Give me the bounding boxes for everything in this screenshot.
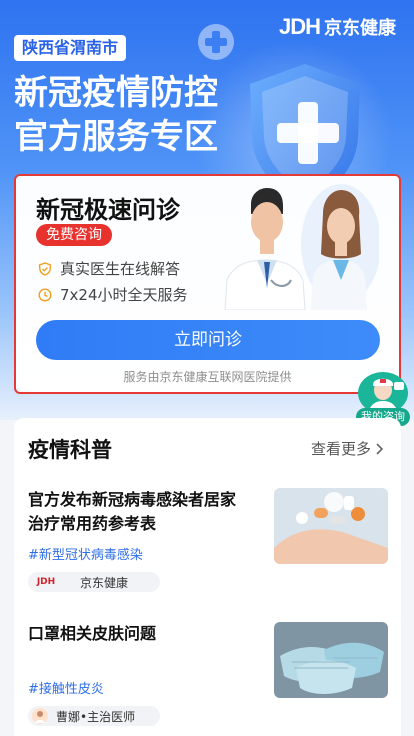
epidemic-science-section: 疫情科普 查看更多 官方发布新冠病毒感染者居家治疗常用药参考表 #新型冠状病毒感… xyxy=(14,418,401,736)
brand-name: 京东健康 xyxy=(324,18,396,39)
article-author: 曹娜•主治医师 xyxy=(28,706,160,726)
clock-icon xyxy=(38,287,52,302)
article-tag[interactable]: #新型冠状病毒感染 xyxy=(28,544,143,563)
medical-cross-badge-icon xyxy=(198,24,234,60)
consult-title: 新冠极速问诊 xyxy=(36,196,180,224)
article-thumbnail-masks xyxy=(274,622,388,698)
article-title: 口罩相关皮肤问题 xyxy=(28,624,157,643)
free-consult-badge: 免费咨询 xyxy=(36,224,112,246)
location-tag[interactable]: 陕西省渭南市 xyxy=(14,35,127,61)
jdh-logo-icon: JDH xyxy=(36,577,56,587)
feature-24h-service: 7x24小时全天服务 xyxy=(38,284,188,305)
shield-check-icon xyxy=(38,261,52,276)
view-more-link[interactable]: 查看更多 xyxy=(311,438,385,459)
brand-logo: JDH xyxy=(278,14,321,39)
quick-consult-card[interactable]: 新冠极速问诊 免费咨询 真实医生在线解答 7x24小时全天服务 立即问诊 服务由… xyxy=(14,174,401,394)
feature-real-doctor: 真实医生在线解答 xyxy=(38,258,180,279)
article-thumbnail-pills xyxy=(274,488,388,564)
author-name: 曹娜•主治医师 xyxy=(56,709,136,724)
feature-label: 7x24小时全天服务 xyxy=(60,286,188,304)
doctors-illustration xyxy=(224,184,379,310)
brand: JDH 京东健康 xyxy=(279,14,396,40)
view-more-label: 查看更多 xyxy=(310,440,371,458)
page-title-line1: 新冠疫情防控 xyxy=(14,73,218,113)
page-title-line2: 官方服务专区 xyxy=(14,117,218,157)
article-author: JDH 京东健康 xyxy=(28,572,160,592)
section-title: 疫情科普 xyxy=(28,438,112,462)
provider-note: 服务由京东健康互联网医院提供 xyxy=(123,370,292,384)
chevron-right-icon xyxy=(376,442,384,455)
article-title: 官方发布新冠病毒感染者居家治疗常用药参考表 xyxy=(28,490,237,533)
consult-now-button[interactable]: 立即问诊 xyxy=(36,320,380,360)
author-name: 京东健康 xyxy=(80,575,129,590)
feature-label: 真实医生在线解答 xyxy=(60,260,181,278)
author-avatar-icon xyxy=(32,708,48,724)
article-tag[interactable]: #接触性皮炎 xyxy=(28,678,104,697)
